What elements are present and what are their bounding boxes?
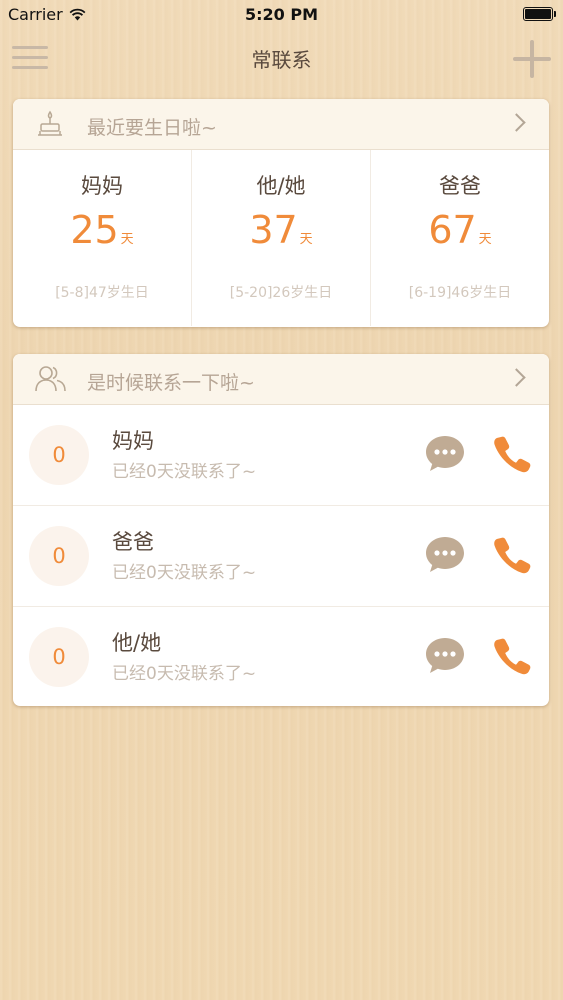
days-number: 67 (428, 208, 477, 252)
chevron-right-icon (507, 368, 526, 387)
birthday-name: 爸爸 (439, 174, 481, 198)
contact-name: 爸爸 (112, 530, 154, 554)
cake-icon (38, 110, 62, 136)
birthday-list: 妈妈 25 天 [5-8]47岁生日 他/她 37 天 [5-20]26岁生日 爸爸… (13, 150, 549, 326)
contact-count-badge: 0 (29, 526, 89, 586)
contact-status: 已经0天没联系了~ (112, 563, 257, 583)
contact-row[interactable]: 0 爸爸 已经0天没联系了~ (13, 506, 549, 607)
contact-status: 已经0天没联系了~ (112, 462, 257, 482)
birthday-card: 最近要生日啦~ 妈妈 25 天 [5-8]47岁生日 他/她 37 天 [5-20]… (13, 99, 549, 327)
message-icon[interactable] (424, 534, 466, 576)
contact-card-title: 是时候联系一下啦~ (87, 372, 255, 394)
people-icon (35, 366, 66, 392)
battery-icon (523, 7, 556, 21)
birthday-card-title: 最近要生日啦~ (87, 117, 217, 139)
days-unit: 天 (120, 232, 134, 247)
chevron-right-icon (507, 113, 526, 132)
days-number: 25 (70, 208, 119, 252)
birthday-name: 他/她 (256, 174, 306, 198)
contact-count-badge: 0 (29, 425, 89, 485)
days-unit: 天 (299, 232, 313, 247)
days-unit: 天 (478, 232, 492, 247)
status-bar: Carrier 5:20 PM (0, 0, 563, 30)
birthday-date: [5-8]47岁生日 (55, 285, 149, 301)
contact-name: 他/她 (112, 631, 162, 655)
add-icon[interactable] (513, 40, 551, 78)
birthday-item[interactable]: 爸爸 67 天 [6-19]46岁生日 (371, 150, 549, 326)
birthday-item[interactable]: 妈妈 25 天 [5-8]47岁生日 (13, 150, 192, 326)
contact-row[interactable]: 0 他/她 已经0天没联系了~ (13, 607, 549, 706)
contact-card-header[interactable]: 是时候联系一下啦~ (13, 354, 549, 405)
birthday-card-header[interactable]: 最近要生日啦~ (13, 99, 549, 150)
birthday-days-left: 37 天 (192, 208, 370, 252)
message-icon[interactable] (424, 433, 466, 475)
nav-bar: 常联系 (0, 30, 563, 86)
birthday-date: [6-19]46岁生日 (408, 285, 512, 301)
phone-icon[interactable] (493, 637, 531, 675)
birthday-date: [5-20]26岁生日 (229, 285, 333, 301)
birthday-name: 妈妈 (81, 174, 123, 198)
message-icon[interactable] (424, 635, 466, 677)
birthday-item[interactable]: 他/她 37 天 [5-20]26岁生日 (192, 150, 371, 326)
contact-status: 已经0天没联系了~ (112, 664, 257, 684)
phone-icon[interactable] (493, 435, 531, 473)
contact-card: 是时候联系一下啦~ 0 妈妈 已经0天没联系了~ 0 爸爸 已经0天没联系了~ … (13, 354, 549, 706)
contact-count-badge: 0 (29, 627, 89, 687)
days-number: 37 (249, 208, 298, 252)
phone-icon[interactable] (493, 536, 531, 574)
birthday-days-left: 25 天 (13, 208, 191, 252)
page-title: 常联系 (251, 48, 312, 72)
contact-row[interactable]: 0 妈妈 已经0天没联系了~ (13, 405, 549, 506)
birthday-days-left: 67 天 (371, 208, 549, 252)
contact-name: 妈妈 (112, 429, 154, 453)
status-time: 5:20 PM (244, 5, 318, 24)
